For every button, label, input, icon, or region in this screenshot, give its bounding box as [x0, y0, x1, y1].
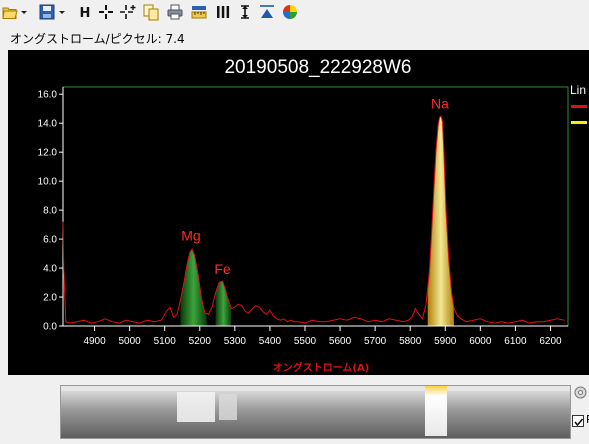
copy-icon[interactable]	[142, 3, 160, 21]
x-tick-label: 4900	[83, 336, 106, 347]
legend-swatch-yellow	[571, 121, 587, 124]
y-tick-label: 14.0	[38, 119, 58, 130]
plot-frame	[62, 86, 569, 327]
x-tick-label: 5700	[364, 336, 387, 347]
strip-fe-band	[219, 394, 237, 420]
y-tick-label: 2.0	[43, 293, 57, 304]
x-tick-label: 5800	[399, 336, 422, 347]
legend-swatch-red	[571, 105, 587, 108]
y-tick-label: 0.0	[43, 322, 57, 333]
spectrum-chart-svg: 20190508_222928W6 Lin 0.0 2.0 4.0 6.0 8.0 10.…	[38, 57, 587, 374]
settings-button[interactable]	[572, 384, 589, 401]
save-disk-icon[interactable]	[38, 3, 56, 21]
y-tick-label: 4.0	[43, 264, 57, 275]
legend-title: Lin	[570, 83, 586, 97]
peak-triangle-icon[interactable]	[258, 3, 276, 21]
y-tick-label: 6.0	[43, 235, 57, 246]
chart-title: 20190508_222928W6	[224, 57, 411, 78]
x-tick-label: 5100	[154, 336, 177, 347]
color-wheel-icon[interactable]	[281, 3, 299, 21]
fe-fill	[215, 281, 232, 326]
print-icon[interactable]	[166, 3, 184, 21]
strip-checkbox[interactable]	[572, 415, 584, 427]
angstrom-per-pixel-label: オングストローム/ピクセル: 7.4	[10, 30, 185, 48]
x-tick-label: 5200	[189, 336, 212, 347]
strip-na-band	[425, 386, 447, 436]
spectrum-strip-svg	[61, 386, 570, 438]
peak-label-mg: Mg	[181, 228, 200, 244]
chart-legend: Lin	[570, 83, 587, 124]
mg-fill	[180, 249, 207, 326]
peak-label-fe: Fe	[214, 261, 231, 277]
gear-icon	[574, 386, 587, 399]
y-tick-label: 8.0	[43, 206, 57, 217]
x-tick-label: 5900	[434, 336, 457, 347]
x-tick-label: 6100	[504, 336, 527, 347]
vertical-bars-icon[interactable]	[214, 3, 232, 21]
crosshair-plus-icon[interactable]	[119, 3, 137, 21]
x-tick-label: 6200	[539, 336, 562, 347]
y-tick-label: 16.0	[38, 90, 58, 101]
strip-top-band	[61, 386, 570, 391]
spectrum-line	[62, 115, 565, 324]
strip-background	[61, 386, 570, 438]
x-tick-label: 5000	[119, 336, 142, 347]
open-folder-icon[interactable]	[1, 3, 19, 21]
vertical-arrows-icon[interactable]	[236, 3, 254, 21]
x-tick-label: 5500	[294, 336, 317, 347]
h-letter-icon[interactable]: H	[76, 3, 94, 21]
h-letter-glyph: H	[80, 6, 91, 21]
spectrum-image-strip[interactable]	[60, 385, 571, 439]
angstrom-per-pixel-text: オングストローム/ピクセル: 7.4	[10, 32, 185, 46]
checkmark-icon	[574, 418, 584, 427]
x-tick-label: 5400	[259, 336, 282, 347]
x-tick-label: 5600	[329, 336, 352, 347]
peak-label-na: Na	[431, 96, 449, 112]
open-dropdown-icon[interactable]	[20, 3, 28, 21]
y-tick-label: 10.0	[38, 177, 58, 188]
spectrum-chart[interactable]: 20190508_222928W6 Lin 0.0 2.0 4.0 6.0 8.0 10.…	[8, 50, 589, 375]
x-tick-label: 5300	[224, 336, 247, 347]
na-fill	[427, 116, 454, 326]
x-tick-label: 6000	[469, 336, 492, 347]
x-axis-label: オングストローム(A)	[273, 361, 370, 374]
crosshair-icon[interactable]	[97, 3, 115, 21]
strip-mg-band	[177, 392, 215, 422]
toolbar: H	[0, 0, 589, 24]
y-tick-label: 12.0	[38, 148, 58, 159]
ruler-icon[interactable]	[190, 3, 208, 21]
save-dropdown-icon[interactable]	[58, 3, 66, 21]
